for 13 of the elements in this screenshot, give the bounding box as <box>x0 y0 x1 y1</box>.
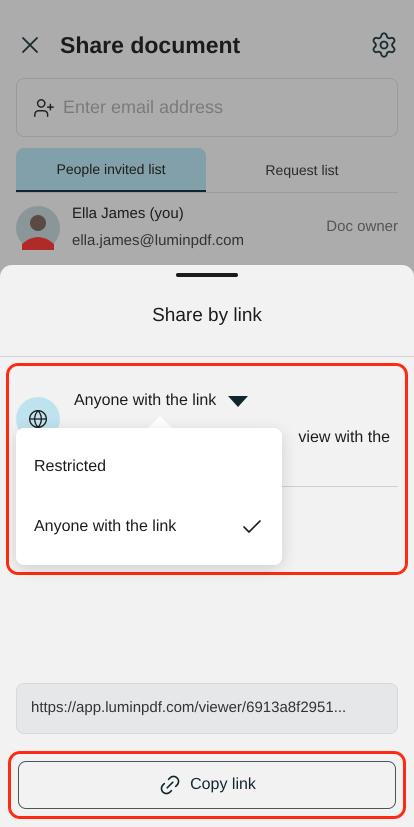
member-email: ella.james@luminpdf.com <box>72 230 244 250</box>
access-description: view with the <box>298 428 390 448</box>
member-name: Ella James (you) <box>72 204 185 224</box>
page-title: Share document <box>60 30 240 60</box>
copy-link-button[interactable]: Copy link <box>18 761 396 809</box>
menu-option[interactable]: Anyone with the link <box>16 496 282 556</box>
sheet-title: Share by link <box>152 304 262 328</box>
menu-option[interactable]: Restricted <box>16 436 282 496</box>
member-role: Doc owner <box>326 217 398 238</box>
tab[interactable]: People invited list <box>16 148 206 192</box>
link-field: https://app.luminpdf.com/viewer/6913a8f2951... <box>16 683 398 734</box>
tab[interactable]: Request list <box>206 148 398 192</box>
access-dropdown[interactable]: Anyone with the link <box>74 389 248 413</box>
